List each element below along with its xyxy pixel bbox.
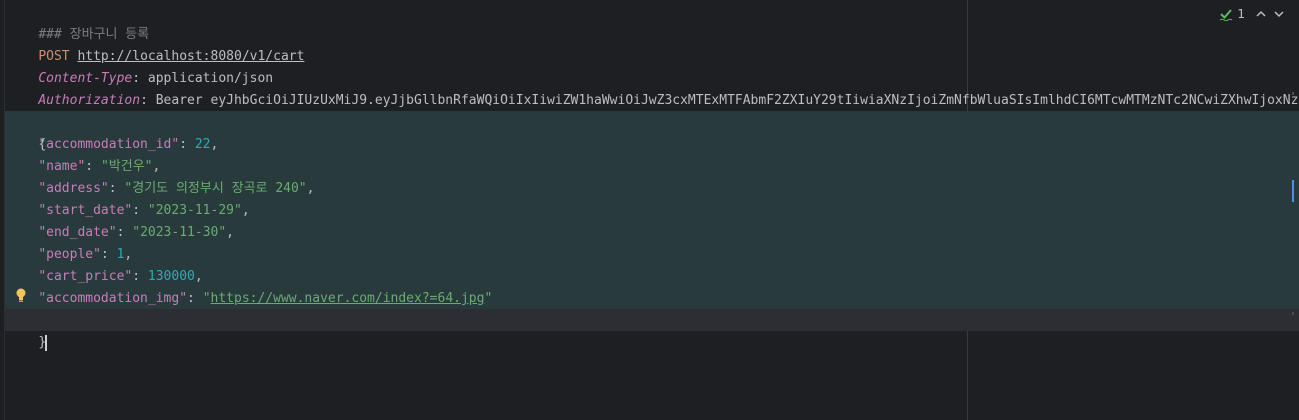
- json-value: 22: [194, 137, 211, 152]
- inspection-widget[interactable]: 1: [1219, 5, 1285, 23]
- json-value: 130000: [147, 269, 195, 284]
- json-key: "name": [38, 159, 86, 174]
- text-caret: [45, 334, 48, 351]
- json-value: "2023-11-30": [132, 225, 227, 240]
- json-link-value[interactable]: https://www.naver.com/index?=64.jpg: [211, 291, 485, 306]
- json-field-row[interactable]: "people": 1,: [7, 244, 132, 266]
- json-close-brace-line[interactable]: }: [7, 310, 48, 351]
- json-field-row[interactable]: "accommodation_img": "https://www.naver.…: [7, 288, 492, 310]
- request-comment-line[interactable]: ### 장바구니 등록: [7, 2, 149, 42]
- lightbulb-icon[interactable]: [14, 287, 28, 303]
- json-field-row[interactable]: "accommodation_id": 22,: [7, 134, 218, 156]
- json-key: "accommodation_img": [38, 291, 188, 306]
- json-value: "2023-11-29": [147, 203, 242, 218]
- header-name: Authorization: [38, 93, 141, 108]
- header-line-content-type[interactable]: Content-Type: application/json: [7, 46, 273, 86]
- json-key: "people": [38, 247, 101, 262]
- header-value: Bearer eyJhbGciOiJIUzUxMiJ9.eyJjbGllbnRf…: [155, 93, 1299, 108]
- scrollbar-marker[interactable]: [1292, 92, 1294, 95]
- json-field-row[interactable]: "name": "박건우",: [7, 156, 160, 178]
- json-value: "경기도 의정부시 장곡로 240": [124, 181, 307, 196]
- check-icon: [1220, 9, 1233, 21]
- json-value: "박건우": [100, 159, 153, 174]
- json-key: "accommodation_id": [38, 137, 180, 152]
- json-open-brace-line[interactable]: {: [7, 112, 46, 152]
- header-line-authorization[interactable]: Authorization: Bearer eyJhbGciOiJIUzUxMi…: [7, 68, 1299, 108]
- json-key: "start_date": [38, 203, 133, 218]
- json-field-row[interactable]: "end_date": "2023-11-30",: [7, 222, 234, 244]
- scrollbar-marker[interactable]: [1292, 180, 1294, 202]
- json-key: "end_date": [38, 225, 117, 240]
- json-key: "address": [38, 181, 109, 196]
- scrollbar-marker[interactable]: [1292, 312, 1294, 315]
- inspection-count: 1: [1237, 7, 1245, 21]
- chevron-down-icon[interactable]: [1273, 8, 1285, 20]
- json-field-row[interactable]: "cart_price": 130000,: [7, 266, 202, 288]
- request-line[interactable]: POST http://localhost:8080/v1/cart: [7, 24, 304, 64]
- caret-row-highlight: [5, 309, 1299, 331]
- chevron-up-icon[interactable]: [1255, 8, 1267, 20]
- json-field-row[interactable]: "address": "경기도 의정부시 장곡로 240",: [7, 178, 314, 200]
- json-field-row[interactable]: "start_date": "2023-11-29",: [7, 200, 249, 222]
- json-key: "cart_price": [38, 269, 133, 284]
- http-request-editor[interactable]: ### 장바구니 등록 POST http://localhost:8080/v…: [0, 0, 1299, 420]
